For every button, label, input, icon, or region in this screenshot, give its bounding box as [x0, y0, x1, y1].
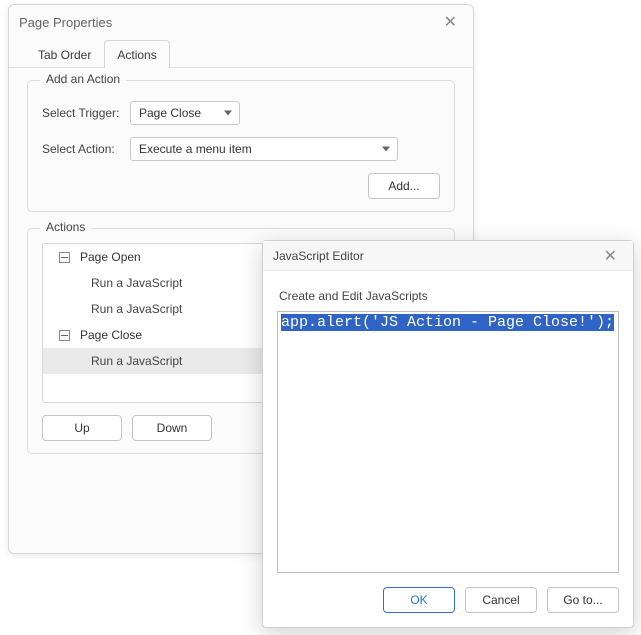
add-action-legend: Add an Action — [40, 72, 126, 86]
titlebar: Page Properties ✕ — [9, 5, 473, 39]
collapse-icon[interactable] — [59, 330, 70, 341]
action-label: Select Action: — [42, 142, 130, 156]
editor-label: Create and Edit JavaScripts — [279, 289, 617, 303]
dialog-title: Page Properties — [19, 15, 438, 30]
dialog-title: JavaScript Editor — [273, 249, 598, 263]
up-button[interactable]: Up — [42, 415, 122, 441]
trigger-select[interactable]: Page Close — [130, 101, 240, 125]
down-button[interactable]: Down — [132, 415, 212, 441]
code-textarea[interactable]: app.alert('JS Action - Page Close!'); — [277, 311, 619, 573]
add-button[interactable]: Add... — [368, 173, 440, 199]
titlebar: JavaScript Editor ✕ — [263, 241, 633, 271]
cancel-button[interactable]: Cancel — [465, 587, 537, 613]
close-icon[interactable]: ✕ — [598, 244, 623, 268]
goto-button[interactable]: Go to... — [547, 587, 619, 613]
collapse-icon[interactable] — [59, 252, 70, 263]
actions-legend: Actions — [40, 220, 91, 234]
ok-button[interactable]: OK — [383, 587, 455, 613]
tab-tab-order[interactable]: Tab Order — [25, 40, 104, 68]
add-action-group: Add an Action Select Trigger: Page Close… — [27, 80, 455, 212]
javascript-editor-dialog: JavaScript Editor ✕ Create and Edit Java… — [262, 240, 634, 628]
trigger-label: Select Trigger: — [42, 106, 130, 120]
close-icon[interactable]: ✕ — [438, 10, 463, 34]
action-select[interactable]: Execute a menu item — [130, 137, 398, 161]
tab-actions[interactable]: Actions — [104, 40, 169, 68]
tabs: Tab Order Actions — [9, 39, 473, 68]
